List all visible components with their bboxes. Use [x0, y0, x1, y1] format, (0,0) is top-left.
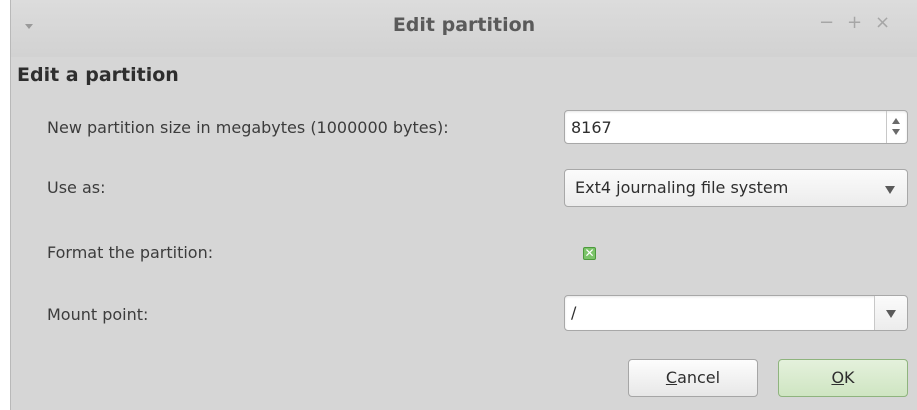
- format-label: Format the partition:: [47, 243, 214, 262]
- form-heading: Edit a partition: [17, 64, 179, 86]
- window-title: Edit partition: [392, 14, 536, 36]
- mount-point-label: Mount point:: [47, 305, 149, 324]
- format-checkbox[interactable]: ✕: [583, 246, 596, 260]
- partition-size-value[interactable]: 8167: [571, 118, 612, 137]
- cancel-mnemonic: C: [665, 368, 678, 387]
- use-as-label: Use as:: [47, 178, 106, 197]
- spin-arrows: [886, 111, 907, 143]
- spin-down-icon[interactable]: [892, 129, 900, 135]
- mount-point-input[interactable]: /: [571, 303, 576, 322]
- use-as-dropdown[interactable]: Ext4 journaling file system: [564, 169, 908, 207]
- chevron-down-icon: [885, 186, 895, 194]
- edit-partition-dialog: Edit partition − + × Edit a partition Ne…: [10, 0, 917, 410]
- use-as-selected: Ext4 journaling file system: [575, 178, 789, 197]
- mount-point-dropdown-button[interactable]: [874, 296, 907, 330]
- check-icon: ✕: [584, 246, 595, 260]
- titlebar[interactable]: Edit partition − + ×: [11, 0, 917, 57]
- ok-button[interactable]: OK: [778, 359, 908, 397]
- partition-size-spinbox[interactable]: 8167: [564, 110, 908, 144]
- ok-label-rest: K: [844, 368, 855, 387]
- cancel-label-rest: ancel: [677, 368, 721, 387]
- spin-up-icon[interactable]: [892, 118, 900, 124]
- close-icon[interactable]: ×: [875, 14, 890, 32]
- maximize-icon[interactable]: +: [847, 14, 862, 32]
- cancel-button[interactable]: Cancel: [628, 359, 758, 397]
- mount-point-combo[interactable]: /: [564, 295, 908, 331]
- chevron-down-icon: [886, 310, 896, 318]
- ok-mnemonic: O: [831, 368, 845, 387]
- size-label: New partition size in megabytes (1000000…: [47, 118, 449, 137]
- minimize-icon[interactable]: −: [819, 14, 834, 32]
